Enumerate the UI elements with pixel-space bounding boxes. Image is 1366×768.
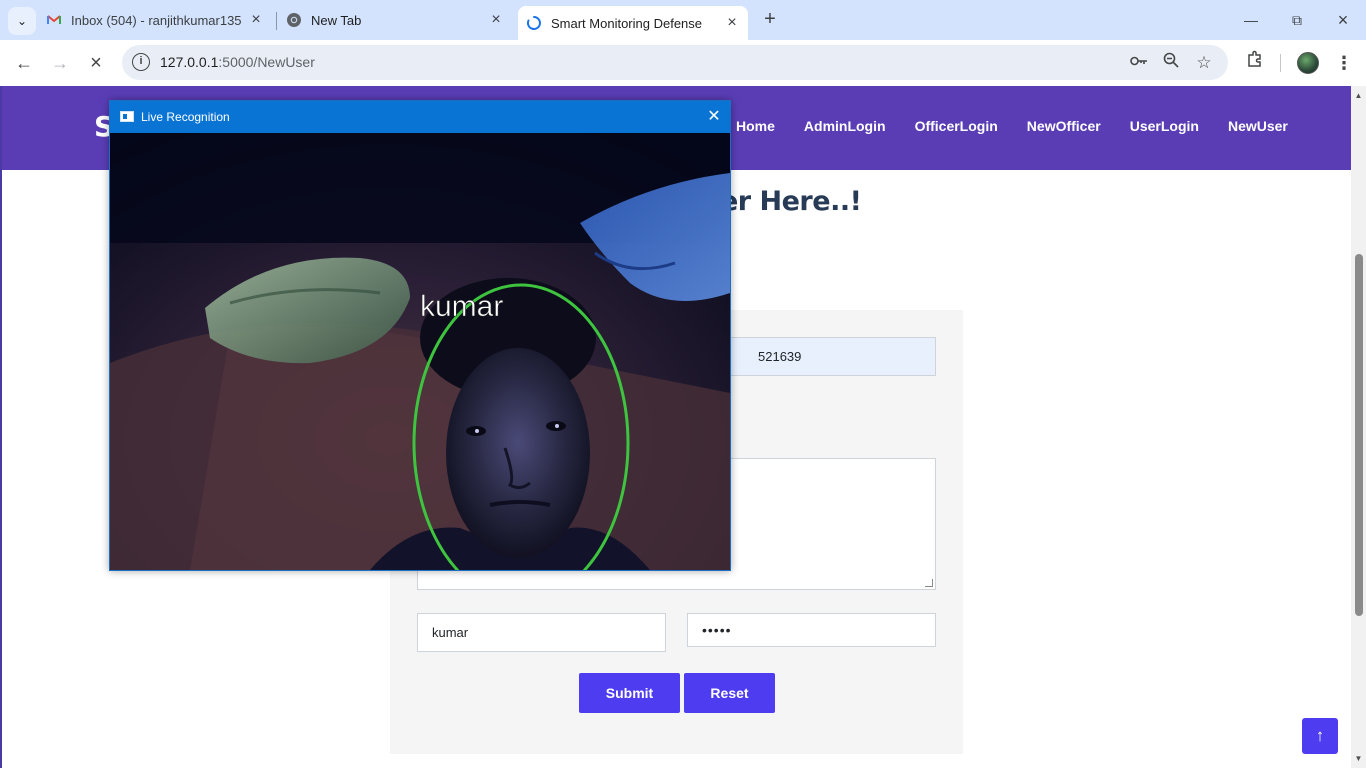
password-field[interactable]: ••••• [687, 613, 936, 647]
stop-loading-button[interactable]: × [83, 50, 109, 76]
camera-image: kumar [110, 133, 730, 570]
nav-home[interactable]: Home [736, 118, 775, 134]
key-icon[interactable] [1128, 52, 1150, 74]
nav-user-login[interactable]: UserLogin [1130, 118, 1199, 134]
plus-icon: + [764, 8, 776, 30]
new-tab-button[interactable]: + [760, 8, 780, 30]
back-button[interactable]: ← [11, 50, 37, 76]
close-icon: × [90, 52, 102, 74]
chrome-icon [287, 13, 301, 27]
close-tab-icon[interactable]: × [248, 12, 264, 28]
resize-grip[interactable] [925, 579, 933, 587]
window-titlebar[interactable]: Live Recognition ✕ [110, 101, 730, 133]
chevron-down-icon: ⌄ [16, 14, 28, 28]
scroll-thumb[interactable] [1355, 254, 1363, 616]
nav-officer-login[interactable]: OfficerLogin [915, 118, 998, 134]
live-recognition-window[interactable]: Live Recognition ✕ kumar [109, 100, 731, 571]
tab-smart-monitoring[interactable]: Smart Monitoring Defense × [518, 6, 748, 40]
minimize-button[interactable]: — [1239, 8, 1263, 32]
tab-title: New Tab [311, 12, 362, 28]
tab-title: Smart Monitoring Defense [551, 15, 703, 31]
page-left-edge [0, 86, 2, 768]
camera-feed: kumar [110, 133, 730, 570]
submit-button[interactable]: Submit [579, 673, 680, 713]
close-tab-icon[interactable]: × [724, 15, 740, 31]
close-icon[interactable]: ✕ [704, 107, 724, 127]
forward-button[interactable]: → [47, 50, 73, 76]
phone-value: 521639 [758, 349, 802, 364]
nav-admin-login[interactable]: AdminLogin [804, 118, 886, 134]
tab-title: Inbox (504) - ranjithkumar1357 [71, 12, 241, 28]
arrow-up-icon: ↑ [1315, 726, 1325, 745]
extensions-icon[interactable] [1242, 50, 1268, 76]
gmail-icon [47, 15, 61, 24]
password-value: ••••• [702, 622, 732, 638]
tab-separator [276, 12, 277, 30]
arrow-right-icon: → [51, 53, 69, 73]
tab-strip: ⌄ Inbox (504) - ranjithkumar1357 × New T… [0, 0, 1366, 40]
window-title: Live Recognition [141, 110, 230, 124]
address-bar[interactable]: i 127.0.0.1:5000/NewUser ☆ [122, 45, 1228, 80]
recognized-name-label: kumar [420, 290, 503, 323]
profile-avatar[interactable] [1297, 52, 1319, 74]
username-value: kumar [432, 625, 469, 640]
tab-new-tab[interactable]: New Tab × [286, 6, 512, 34]
close-window-button[interactable]: × [1331, 8, 1355, 32]
url-path: :5000/NewUser [218, 54, 315, 70]
url-text[interactable]: 127.0.0.1:5000/NewUser [160, 54, 315, 70]
nav-menu: Home AdminLogin OfficerLogin NewOfficer … [736, 118, 1317, 134]
loading-spinner-icon [526, 16, 541, 30]
scroll-up-icon[interactable]: ▲ [1351, 88, 1366, 103]
page-scrollbar[interactable]: ▲ ▼ [1351, 86, 1366, 768]
back-to-top-button[interactable]: ↑ [1302, 718, 1338, 754]
url-host: 127.0.0.1 [160, 54, 219, 70]
tab-inbox[interactable]: Inbox (504) - ranjithkumar1357 × [46, 6, 272, 34]
tab-search-button[interactable]: ⌄ [8, 7, 36, 35]
close-tab-icon[interactable]: × [488, 12, 504, 28]
menu-kebab-icon[interactable]: ⋮ [1331, 50, 1357, 76]
nav-new-officer[interactable]: NewOfficer [1027, 118, 1101, 134]
scroll-down-icon[interactable]: ▼ [1351, 751, 1366, 766]
toolbar-divider [1280, 54, 1281, 72]
arrow-left-icon: ← [15, 53, 33, 73]
restore-button[interactable]: ⧉ [1285, 8, 1309, 32]
browser-toolbar: ← → × i 127.0.0.1:5000/NewUser ☆ ⋮ [0, 40, 1366, 86]
info-icon[interactable]: i [132, 53, 150, 71]
bookmark-star-icon[interactable]: ☆ [1193, 52, 1215, 74]
username-field[interactable]: kumar [417, 613, 666, 652]
page-title: er Here..! [720, 186, 862, 217]
nav-new-user[interactable]: NewUser [1228, 118, 1288, 134]
reset-button[interactable]: Reset [684, 673, 775, 713]
zoom-icon[interactable] [1160, 52, 1182, 74]
app-window-icon [120, 111, 134, 122]
